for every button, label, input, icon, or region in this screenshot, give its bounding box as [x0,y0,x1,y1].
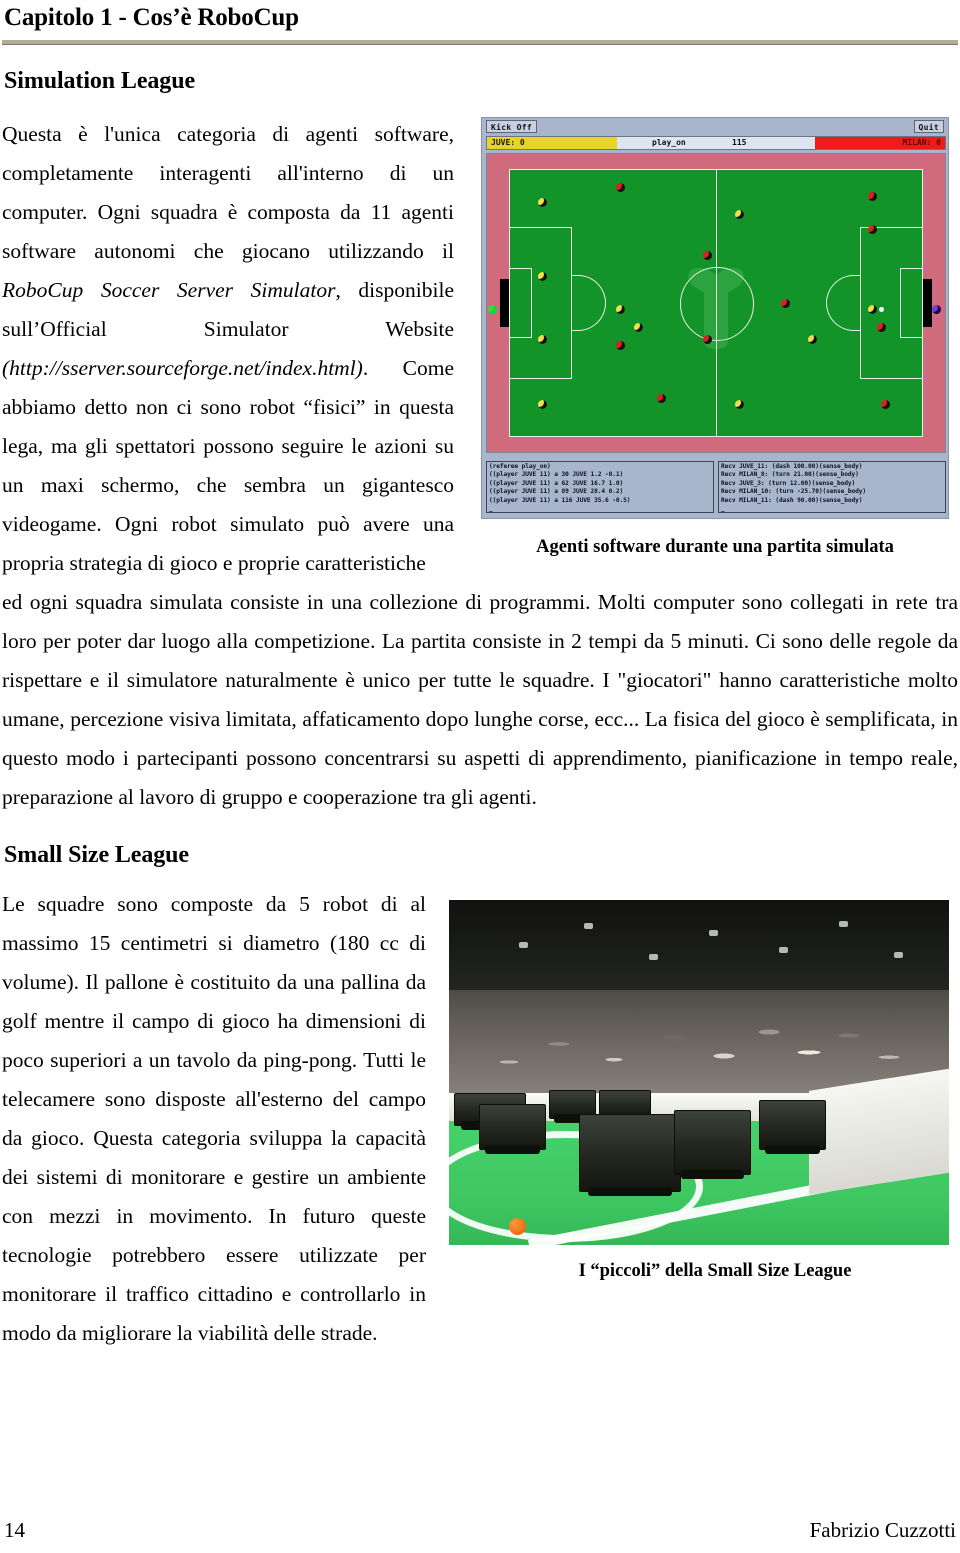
document-page: Capitolo 1 - Cos’è RoboCup Simulation Le… [0,0,960,1553]
robocup-watermark-icon [688,267,744,349]
player-milan [876,322,886,332]
ssl-robot [479,1103,546,1155]
penalty-arc-right [826,275,860,331]
play-mode-label: play_on [652,138,686,147]
match-clock: 115 [732,138,747,147]
quit-button[interactable]: Quit [913,120,944,133]
goalkeeper-right [931,304,941,314]
golf-ball [509,1217,526,1235]
kick-off-button[interactable]: Kick Off [486,120,537,133]
simulated-pitch [486,153,946,453]
command-console-line: Recv JUVE_3: (turn 12.00)(sense_body) [721,479,856,487]
heading-simulation-league: Simulation League [4,68,195,94]
command-console[interactable]: Recv JUVE_11: (dash 100.00)(sense_body) R… [718,461,946,513]
caption-small-size: I “piccoli” della Small Size League [578,1261,852,1281]
player-juve [734,209,744,219]
ssl-robot [579,1113,681,1196]
footer-page-number: 14 [4,1518,25,1542]
player-juve [634,322,644,332]
simulator-toolbar: Kick Off Quit [482,118,948,135]
player-milan [702,334,712,344]
player-milan [615,340,625,350]
header-rule [2,40,958,45]
player-juve [615,304,625,314]
footer-author: Fabrizio Cuzzotti [809,1518,956,1542]
small-size-paragraph: Le squadre sono composte da 5 robot di a… [2,892,426,1345]
referee-console-line: ((player JUVE 11) a 89 JUVE 28.4 0.2) [489,488,624,496]
command-console-line: Recv MILAN_10: (turn -25.70)(sense_body) [721,488,867,496]
small-size-column-text: Le squadre sono composte da 5 robot di a… [2,885,426,1353]
score-home: JUVE: 0 [487,137,617,149]
sim-text-part3: . Come abbiamo detto non ci sono robot “… [2,356,454,575]
running-head: Capitolo 1 - Cos’è RoboCup [4,4,299,31]
soccer-monitor-screenshot: Kick Off Quit JUVE: 0 play_on 115 MILAN:… [481,117,949,519]
player-juve [808,334,818,344]
player-milan [780,299,790,308]
referee-console[interactable]: (referee play_on) ((player JUVE 11) a 30 … [486,461,714,513]
command-console-line: Recv JUVE_11: (dash 100.00)(sense_body) [721,463,863,470]
sim-text-italic1: RoboCup Soccer Server Simulator [2,278,336,302]
referee-console-line: ((player JUVE 11) a 30 JUVE 1.2 -0.1) [489,471,624,479]
simulation-paragraph: ed ogni squadra simulata consiste in una… [2,590,958,809]
heading-small-size-league: Small Size League [4,842,189,868]
command-console-line: Recv MILAN_8: (turn 21.00)(sense_body) [721,471,859,479]
player-juve [537,197,547,207]
referee-console-line: (referee play_on) [489,463,551,470]
pitch-surface [509,169,923,437]
scoreboard: JUVE: 0 play_on 115 MILAN: 0 [486,136,946,150]
small-size-league-photo [449,900,949,1245]
command-console-line: Recv MILAN_11: (dash 90.00)(sense_body) [721,496,863,504]
player-milan [867,224,877,234]
goal-right [923,279,932,327]
sim-text-part1: Questa è l'unica categoria di agenti sof… [2,122,454,263]
simulation-full-width-text: ed ogni squadra simulata consiste in una… [2,583,958,817]
ssl-robot [759,1100,826,1155]
ssl-robot [674,1110,751,1179]
goalkeeper-left [487,304,497,314]
command-console-cursor: _ [721,505,725,513]
score-away: MILAN: 0 [815,137,945,149]
caption-simulation: Agenti software durante una partita simu… [536,537,894,557]
goal-box-right [900,268,922,338]
goal-box-left [510,268,532,338]
goal-left [500,279,509,327]
penalty-arc-left [572,275,606,331]
ball [878,306,884,312]
referee-console-line: ((player JUVE 11) a 116 JUVE 35.6 -0.5) [489,496,631,504]
player-juve [537,334,547,344]
player-milan [615,182,625,192]
referee-console-cursor: _ [489,505,493,513]
referee-console-line: ((player JUVE 11) a 62 JUVE 16.7 1.0) [489,479,624,487]
player-juve [867,304,877,314]
simulation-column-text: Questa è l'unica categoria di agenti sof… [2,115,454,583]
sim-text-italic-url: (http://sserver.sourceforge.net/index.ht… [2,356,363,380]
player-milan [867,191,877,201]
